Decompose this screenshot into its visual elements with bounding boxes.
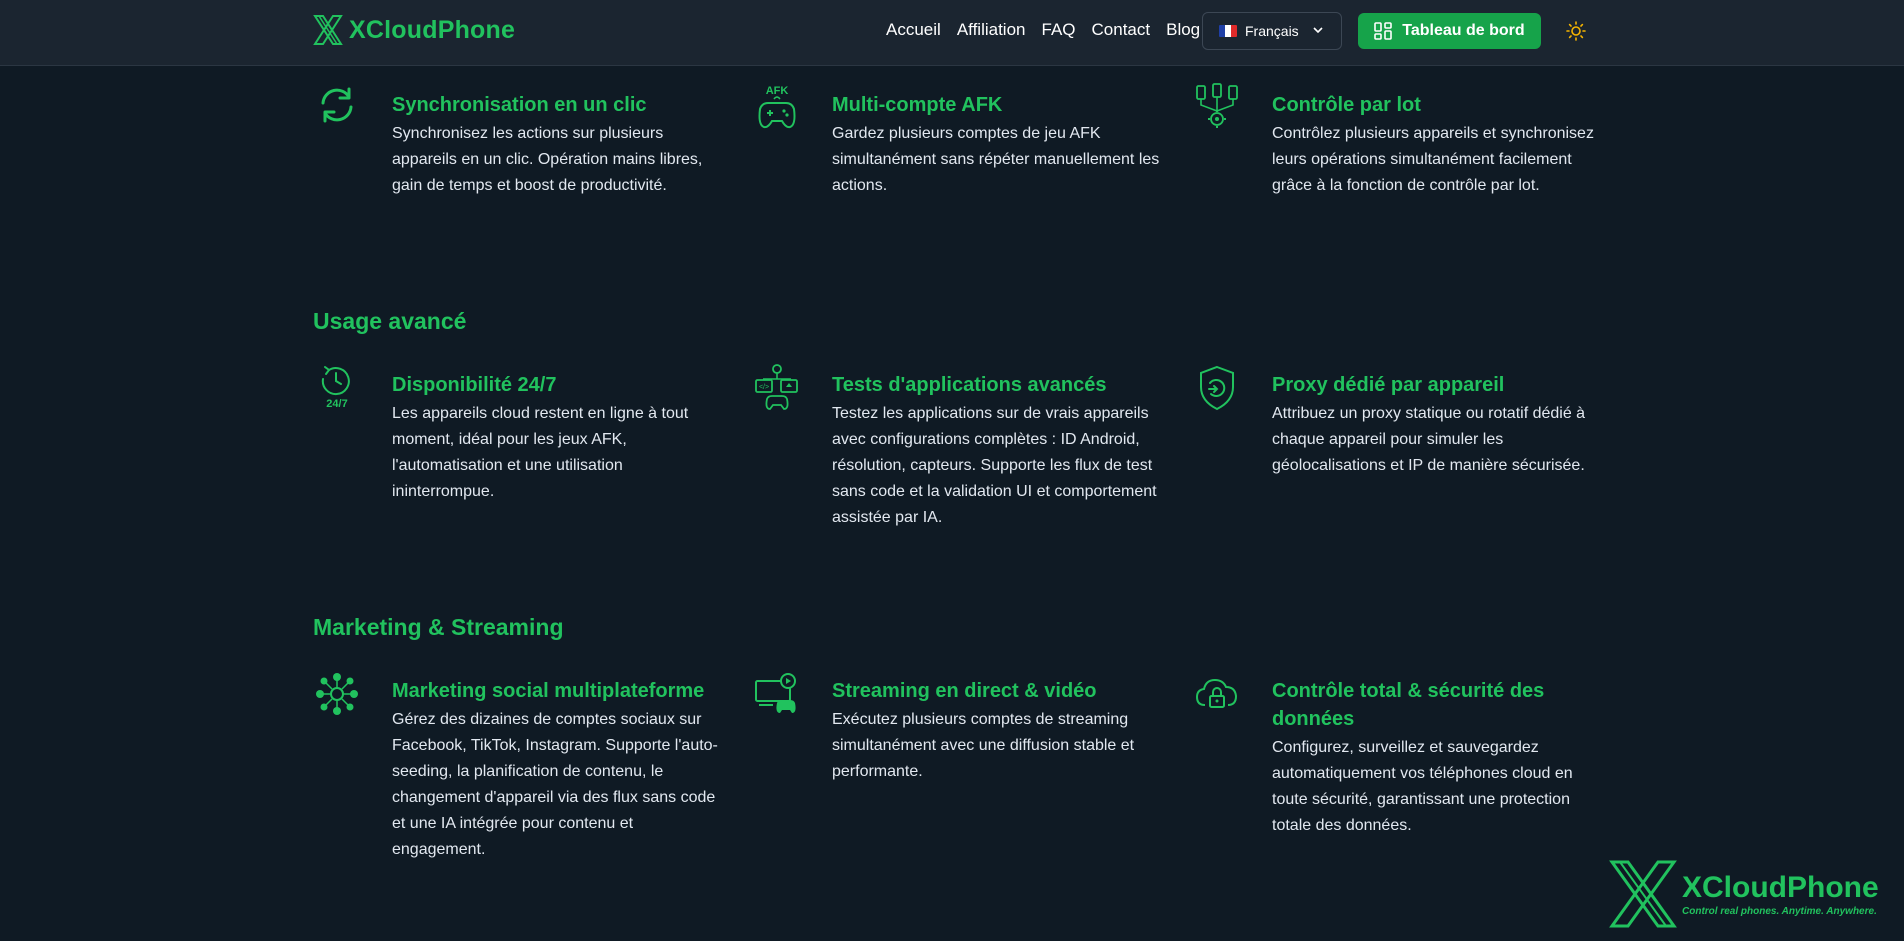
nav-link-affiliation[interactable]: Affiliation	[957, 20, 1026, 40]
feature-title: Streaming en direct & vidéo	[832, 680, 1097, 702]
feature-title: Contrôle par lot	[1272, 94, 1421, 116]
feature-desc: Gardez plusieurs comptes de jeu AFK simu…	[832, 125, 1160, 194]
main-nav: Accueil Affiliation FAQ Contact Blog	[886, 20, 1200, 40]
streaming-icon	[752, 669, 802, 725]
clock-247-icon: 24/7	[312, 363, 362, 419]
chevron-down-icon	[1313, 27, 1323, 34]
nav-link-accueil[interactable]: Accueil	[886, 20, 941, 40]
dashboard-label: Tableau de bord	[1402, 22, 1525, 39]
section-title-marketing: Marketing & Streaming	[313, 614, 564, 640]
afk-icon-label: AFK	[766, 85, 789, 97]
feature-desc: Synchronisez les actions sur plusieurs a…	[392, 125, 703, 194]
language-label: Français	[1245, 23, 1299, 39]
watermark-title: XCloudPhone	[1682, 870, 1879, 904]
france-flag-icon	[1219, 25, 1237, 37]
batch-control-icon	[1192, 83, 1242, 139]
feature-title: Multi-compte AFK	[832, 94, 1003, 116]
social-network-icon	[312, 669, 362, 725]
feature-proxy: Proxy dédié par appareil Attribuez un pr…	[1200, 365, 1602, 479]
dashboard-grid-icon	[1374, 22, 1393, 40]
watermark-logo: XCloudPhone Control real phones. Anytime…	[1608, 858, 1879, 930]
feature-desc: Testez les applications sur de vrais app…	[832, 405, 1157, 526]
cloud-lock-icon	[1192, 669, 1242, 725]
brand-logo[interactable]: XCloudPhone	[313, 14, 515, 46]
feature-app-testing: </> Tests d'applications avancés Testez …	[755, 364, 1162, 531]
feature-title: Marketing social multiplateforme	[392, 680, 705, 702]
app-testing-icon: </>	[752, 363, 802, 419]
xcloudphone-logo-icon	[313, 15, 343, 45]
xcloudphone-watermark-icon	[1609, 860, 1677, 928]
feature-title: Contrôle total & sécurité des données	[1272, 680, 1545, 730]
dashboard-button[interactable]: Tableau de bord	[1358, 13, 1541, 49]
feature-afk: AFK Multi-compte AFK Gardez plusieurs co…	[758, 85, 1162, 199]
feature-availability: 24/7 Disponibilité 24/7 Les appareils cl…	[321, 366, 722, 505]
afk-gamepad-icon: AFK	[752, 83, 802, 139]
nav-link-faq[interactable]: FAQ	[1042, 20, 1076, 40]
feature-title: Disponibilité 24/7	[392, 374, 557, 396]
feature-desc: Les appareils cloud restent en ligne à t…	[392, 405, 689, 500]
feature-desc: Exécutez plusieurs comptes de streaming …	[832, 711, 1135, 780]
language-select[interactable]: Français	[1202, 12, 1342, 50]
sun-icon[interactable]	[1565, 20, 1587, 42]
feature-data-security: Contrôle total & sécurité des données Co…	[1195, 677, 1602, 839]
section-title-advanced: Usage avancé	[313, 308, 467, 334]
feature-desc: Attribuez un proxy statique ou rotatif d…	[1272, 405, 1586, 474]
feature-batch: Contrôle par lot Contrôlez plusieurs app…	[1196, 83, 1602, 199]
feature-desc: Configurez, surveillez et sauvegardez au…	[1272, 739, 1573, 834]
feature-streaming: Streaming en direct & vidéo Exécutez plu…	[755, 673, 1162, 785]
feature-title: Proxy dédié par appareil	[1272, 374, 1505, 396]
clock-icon-label: 24/7	[326, 398, 347, 410]
feature-social-marketing: Marketing social multiplateforme Gérez d…	[316, 673, 722, 863]
feature-desc: Gérez des dizaines de comptes sociaux su…	[392, 711, 718, 858]
feature-title: Synchronisation en un clic	[392, 94, 647, 116]
svg-text:</>: </>	[759, 384, 769, 391]
top-navbar: XCloudPhone Accueil Affiliation FAQ Cont…	[0, 0, 1904, 66]
feature-sync: Synchronisation en un clic Synchronisez …	[321, 87, 722, 199]
nav-link-blog[interactable]: Blog	[1166, 20, 1200, 40]
brand-name: XCloudPhone	[349, 15, 516, 44]
watermark-tagline: Control real phones. Anytime. Anywhere.	[1682, 905, 1877, 917]
feature-desc: Contrôlez plusieurs appareils et synchro…	[1272, 125, 1594, 194]
shield-proxy-icon	[1192, 363, 1242, 419]
sync-icon	[312, 83, 362, 139]
feature-title: Tests d'applications avancés	[832, 374, 1107, 396]
nav-link-contact[interactable]: Contact	[1092, 20, 1151, 40]
